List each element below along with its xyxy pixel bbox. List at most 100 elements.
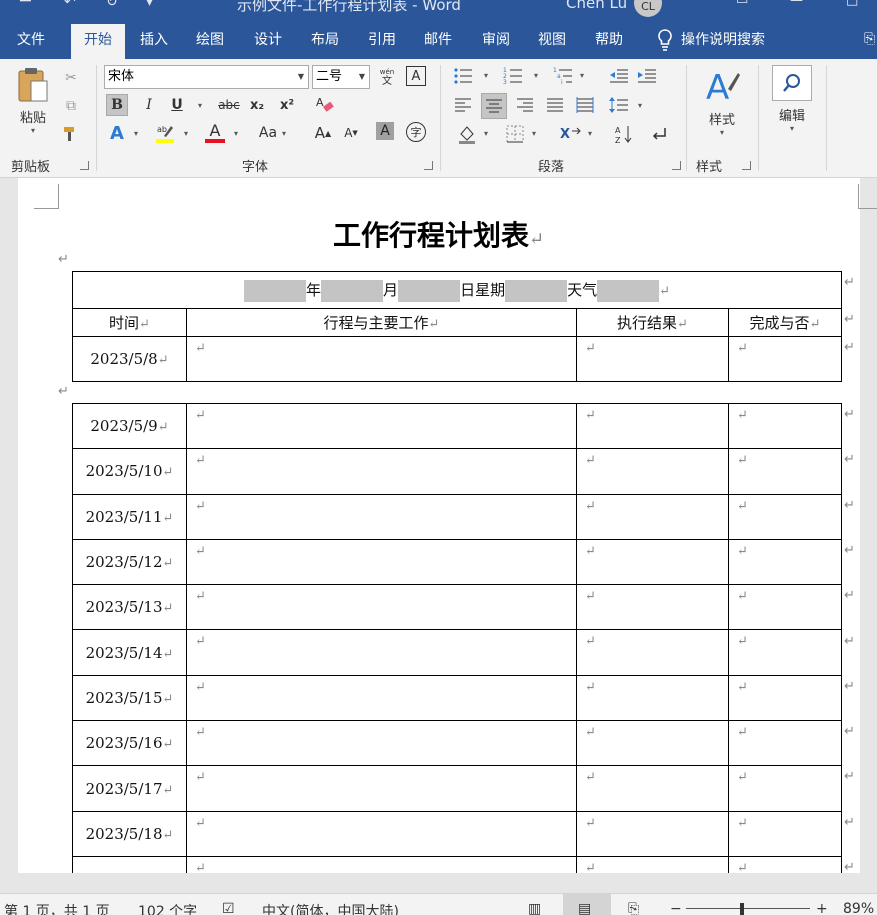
itinerary-cell[interactable]: ↵ [186, 402, 577, 450]
tab-insert[interactable]: 插入 [140, 21, 168, 59]
tab-file[interactable]: 文件 [17, 21, 45, 59]
italic-button[interactable]: I [138, 94, 160, 116]
weekday-field[interactable] [505, 279, 568, 302]
align-center-icon[interactable] [481, 93, 507, 119]
result-cell[interactable]: ↵ [576, 448, 729, 495]
paragraph-launcher-icon[interactable] [672, 161, 681, 170]
itinerary-cell[interactable]: ↵ [186, 674, 577, 722]
font-color-dropdown-icon[interactable]: ▾ [234, 129, 238, 138]
done-cell[interactable]: ↵ [728, 765, 842, 812]
itinerary-cell[interactable]: ↵ [186, 584, 577, 631]
restore-icon[interactable]: □ [846, 0, 858, 8]
done-cell[interactable]: ↵ [728, 720, 842, 767]
line-spacing-dropdown-icon[interactable]: ▾ [638, 101, 642, 110]
date-weather-cell[interactable]: 年 月 日星期 天气 ↵ [71, 271, 843, 309]
bold-button[interactable]: B [106, 94, 128, 116]
superscript-button[interactable]: x² [276, 94, 298, 116]
bullets-icon[interactable] [452, 65, 474, 87]
itinerary-cell[interactable]: ↵ [186, 855, 577, 873]
date-cell[interactable]: 2023/5/12↵ [72, 538, 187, 586]
zoom-slider[interactable] [686, 908, 810, 909]
tab-mailings[interactable]: 邮件 [424, 21, 452, 59]
strikethrough-button[interactable]: abc [216, 94, 242, 116]
styles-button[interactable]: A 样式 ▾ [694, 67, 750, 137]
zoom-in-button[interactable]: + [816, 901, 828, 915]
font-name-combo[interactable]: 宋体 ▼ [104, 65, 309, 89]
page-count[interactable]: 第 1 页，共 1 页 [4, 901, 110, 915]
result-cell[interactable]: ↵ [576, 720, 729, 767]
paste-dropdown-icon[interactable]: ▾ [8, 126, 58, 135]
increase-indent-icon[interactable] [636, 65, 658, 87]
minimize-icon[interactable]: — [790, 0, 803, 8]
borders-dropdown-icon[interactable]: ▾ [532, 129, 536, 138]
language-indicator[interactable]: 中文(简体，中国大陆) [262, 901, 399, 915]
read-mode-icon[interactable]: ▥ [528, 901, 541, 915]
share-icon[interactable]: ⎘ [864, 31, 875, 47]
undo-icon[interactable]: ↶ [64, 0, 76, 10]
done-cell[interactable]: ↵ [728, 448, 842, 495]
highlight-dropdown-icon[interactable]: ▾ [184, 129, 188, 138]
done-cell[interactable]: ↵ [728, 402, 842, 450]
date-cell[interactable]: 2023/5/10↵ [72, 448, 187, 495]
itinerary-cell[interactable]: ↵ [186, 538, 577, 586]
multilevel-list-icon[interactable]: 1ai [552, 65, 574, 87]
styles-dropdown-icon[interactable]: ▾ [694, 128, 750, 137]
copy-icon[interactable]: ⧉ [60, 95, 82, 117]
date-cell[interactable]: 2023/5/15↵ [72, 674, 187, 722]
phonetic-guide-icon[interactable]: wén 文 [376, 66, 398, 88]
done-cell[interactable]: ↵ [728, 810, 842, 857]
justify-icon[interactable] [544, 94, 566, 116]
done-cell[interactable]: ↵ [728, 538, 842, 586]
date-cell[interactable]: 2023/5/17↵ [72, 765, 187, 812]
date-cell[interactable]: 2023/5/18↵ [72, 810, 187, 857]
zoom-level[interactable]: 89% [843, 901, 874, 915]
shading-dropdown-icon[interactable]: ▾ [484, 129, 488, 138]
customize-qat-icon[interactable]: ▾ [146, 0, 153, 10]
show-marks-icon[interactable] [648, 123, 670, 145]
shrink-font-button[interactable]: A ▼ [340, 122, 362, 144]
tab-layout[interactable]: 布局 [311, 21, 339, 59]
done-cell[interactable]: ↵ [728, 629, 842, 676]
multilevel-dropdown-icon[interactable]: ▾ [580, 71, 584, 80]
shading-icon[interactable] [456, 123, 478, 145]
result-cell[interactable]: ↵ [576, 629, 729, 676]
tab-review[interactable]: 审阅 [482, 21, 510, 59]
clipboard-launcher-icon[interactable] [80, 161, 89, 170]
grow-font-button[interactable]: A ▲ [312, 122, 334, 144]
editing-button[interactable]: 编辑 ▾ [768, 65, 816, 133]
font-launcher-icon[interactable] [424, 161, 433, 170]
month-field[interactable] [321, 279, 384, 302]
editing-dropdown-icon[interactable]: ▾ [768, 124, 816, 133]
document-canvas[interactable]: 工作行程计划表↵ ↵ 年月日星期 天气 ↵ 时间↵ 行程与主要工作↵ 执行结果↵ 完… [0, 178, 877, 873]
date-cell[interactable]: 2023/5/14↵ [72, 629, 187, 676]
styles-launcher-icon[interactable] [742, 161, 751, 170]
char-shading-button[interactable]: A [376, 122, 394, 140]
result-cell[interactable]: ↵ [576, 538, 729, 586]
result-cell[interactable]: ↵ [576, 493, 729, 540]
change-case-button[interactable]: Aa [254, 122, 282, 144]
result-cell[interactable]: ↵ [576, 855, 729, 873]
sort-icon[interactable]: AZ [614, 123, 636, 145]
text-effects-dropdown-icon[interactable]: ▾ [134, 129, 138, 138]
align-right-icon[interactable] [514, 94, 536, 116]
itinerary-cell[interactable]: ↵ [186, 336, 577, 382]
done-cell[interactable]: ↵ [728, 674, 842, 722]
text-effects-icon[interactable]: A [106, 122, 128, 144]
subscript-button[interactable]: x₂ [246, 94, 268, 116]
cut-icon[interactable]: ✂ [60, 67, 82, 89]
document-title[interactable]: 工作行程计划表↵ [0, 214, 877, 254]
web-layout-icon[interactable]: ⎘ [628, 901, 639, 915]
align-left-icon[interactable] [452, 94, 474, 116]
tab-draw[interactable]: 绘图 [196, 21, 224, 59]
itinerary-cell[interactable]: ↵ [186, 765, 577, 812]
itinerary-cell[interactable]: ↵ [186, 493, 577, 540]
result-cell[interactable]: ↵ [576, 674, 729, 722]
change-case-dropdown-icon[interactable]: ▾ [282, 129, 286, 138]
done-cell[interactable]: ↵ [728, 855, 842, 873]
tab-references[interactable]: 引用 [368, 21, 396, 59]
itinerary-cell[interactable]: ↵ [186, 810, 577, 857]
result-cell[interactable]: ↵ [576, 584, 729, 631]
column-header-result[interactable]: 执行结果↵ [576, 308, 729, 337]
proofing-icon[interactable]: ☑ [222, 901, 235, 915]
user-name[interactable]: Chen Lu [566, 0, 627, 12]
